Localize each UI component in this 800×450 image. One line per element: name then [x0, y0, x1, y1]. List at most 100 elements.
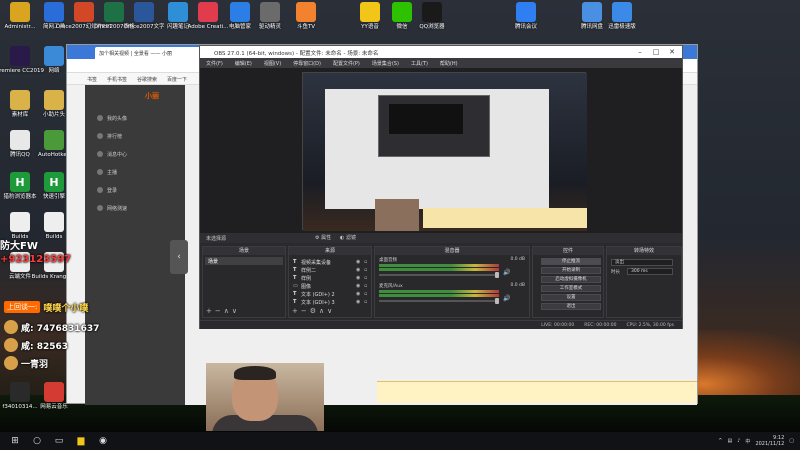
- settings-button[interactable]: 设置: [541, 294, 601, 301]
- speaker-icon[interactable]: 🔊: [503, 269, 510, 276]
- start-recording-button[interactable]: 开始录制: [541, 267, 601, 274]
- scene-item[interactable]: 场景: [205, 257, 283, 265]
- obs-preview[interactable]: [302, 72, 587, 231]
- desktop-icon[interactable]: H 猎豹浏览器本: [2, 172, 38, 210]
- lock-icon[interactable]: ▫: [364, 299, 369, 305]
- source-type-icon: T: [293, 275, 297, 281]
- lock-icon[interactable]: ▫: [364, 291, 369, 297]
- ticker-line: 咸: 82563: [4, 338, 68, 352]
- menu-item[interactable]: 工具(T): [411, 60, 428, 67]
- desktop-icon[interactable]: 迅雷极速版: [604, 2, 640, 40]
- webcam-overlay: [206, 363, 324, 431]
- close-icon[interactable]: ✕: [664, 46, 680, 58]
- desktop-icon[interactable]: 腾讯会议: [508, 2, 544, 40]
- sidebar-item[interactable]: 网络测速: [97, 203, 167, 213]
- desktop-icon[interactable]: QQ浏览器: [414, 2, 450, 40]
- dock-footer-buttons[interactable]: +−∧∨: [206, 307, 240, 315]
- source-item[interactable]: T 视频采集设备 ◉ ▫: [293, 258, 369, 266]
- properties-button[interactable]: ⚙ 属性: [315, 234, 331, 241]
- lock-icon[interactable]: ▫: [364, 259, 369, 265]
- sidebar-item[interactable]: 登录: [97, 185, 167, 195]
- volume-slider[interactable]: [379, 300, 499, 302]
- volume-slider[interactable]: [379, 274, 499, 276]
- desktop-icon[interactable]: Adobe Creati...: [188, 2, 228, 40]
- menu-item[interactable]: 场景集合(S): [372, 60, 399, 67]
- volume-knob[interactable]: [495, 298, 499, 304]
- bookmark-item[interactable]: 手机书签: [107, 76, 127, 83]
- eye-icon[interactable]: ◉: [356, 267, 361, 273]
- eye-icon[interactable]: ◉: [356, 299, 361, 305]
- desktop-icon[interactable]: 驱动精灵: [252, 2, 288, 40]
- search-icon[interactable]: ○: [30, 434, 44, 448]
- desktop-icon[interactable]: 素材库: [2, 90, 38, 128]
- menu-item[interactable]: 视图(V): [264, 60, 281, 67]
- task-view-icon[interactable]: ▭: [52, 434, 66, 448]
- ticker-text: 噗噗个小噗: [43, 303, 89, 314]
- source-name: 样例: [301, 275, 312, 282]
- eye-icon[interactable]: ◉: [356, 259, 361, 265]
- virtual-camera-button[interactable]: 启动虚拟摄像机: [541, 276, 601, 283]
- chevron-left-icon[interactable]: ‹: [170, 240, 188, 274]
- sidebar-item[interactable]: 我的头像: [97, 113, 167, 123]
- obs-taskbar-icon[interactable]: ◉: [96, 434, 110, 448]
- source-item[interactable]: T 样例二 ◉ ▫: [293, 266, 369, 274]
- menu-item[interactable]: 帮助(H): [440, 60, 458, 67]
- bookmark-item[interactable]: 谷歌搜索: [137, 76, 157, 83]
- desktop-icon[interactable]: YY语音: [352, 2, 388, 40]
- desktop-icon[interactable]: Premiere CC2019: [0, 46, 44, 84]
- lock-icon[interactable]: ▫: [364, 267, 369, 273]
- source-item[interactable]: T 样例 ◉ ▫: [293, 274, 369, 282]
- source-name: 图像: [301, 283, 312, 290]
- site-logo[interactable]: 小丽: [145, 91, 177, 103]
- studio-mode-button[interactable]: 工作室模式: [541, 285, 601, 292]
- desktop-icon[interactable]: Administr...: [2, 2, 38, 40]
- file-explorer-icon[interactable]: ▆: [74, 434, 88, 448]
- eye-icon[interactable]: ◉: [356, 283, 361, 289]
- cpu-status: CPU: 2.5%, 30.00 fps: [626, 323, 675, 328]
- clock[interactable]: 9:12 2021/11/12: [755, 435, 784, 448]
- network-icon[interactable]: ▤: [727, 438, 732, 444]
- lock-icon[interactable]: ▫: [364, 283, 369, 289]
- volume-knob[interactable]: [495, 272, 499, 278]
- sidebar-item[interactable]: 消息中心: [97, 149, 167, 159]
- stop-stream-button[interactable]: 停止推流: [541, 258, 601, 265]
- volume-icon[interactable]: ♪: [737, 438, 740, 444]
- bookmark-item[interactable]: 书签: [87, 76, 97, 83]
- chevron-up-icon[interactable]: ^: [718, 438, 722, 444]
- driver-icon: [260, 2, 280, 22]
- dock-header: 来源: [289, 247, 371, 255]
- menu-item[interactable]: 编辑(E): [235, 60, 252, 67]
- lock-icon[interactable]: ▫: [364, 275, 369, 281]
- eye-icon[interactable]: ◉: [356, 291, 361, 297]
- bookmark-item[interactable]: 百度一下: [167, 76, 187, 83]
- dock-header: 转场特效: [607, 247, 681, 255]
- exit-button[interactable]: 退出: [541, 303, 601, 310]
- notification-icon[interactable]: ▢: [789, 438, 794, 444]
- windows-start-icon[interactable]: ⊞: [8, 434, 22, 448]
- duration-input[interactable]: 300 ms: [627, 268, 673, 275]
- minimize-icon[interactable]: –: [632, 46, 648, 58]
- sidebar-item[interactable]: 排行榜: [97, 131, 167, 141]
- meeting-icon: [516, 2, 536, 22]
- speaker-icon[interactable]: 🔊: [503, 295, 510, 302]
- dock-header: 控件: [533, 247, 603, 255]
- desktop-icon[interactable]: 斗鱼TV: [288, 2, 324, 40]
- source-item[interactable]: T 文本 (GDI+) 3 ◉ ▫: [293, 298, 369, 306]
- input-language[interactable]: 中: [745, 438, 750, 445]
- eye-icon[interactable]: ◉: [356, 275, 361, 281]
- filters-button[interactable]: ◐ 滤镜: [340, 234, 356, 241]
- dock-footer-buttons[interactable]: +−⚙∧∨: [292, 307, 335, 315]
- source-item[interactable]: ▭ 图像 ◉ ▫: [293, 282, 369, 290]
- desktop-icon[interactable]: f34010314...: [2, 382, 38, 420]
- desktop-icon[interactable]: Office2007文字: [123, 2, 165, 40]
- folder-icon: [10, 90, 30, 110]
- transition-select[interactable]: 淡出: [611, 259, 673, 266]
- ticker-line: 咸: 7476831637: [4, 320, 99, 334]
- menu-item[interactable]: 文件(F): [206, 60, 223, 67]
- sidebar-item[interactable]: 主播: [97, 167, 167, 177]
- maximize-icon[interactable]: □: [648, 46, 664, 58]
- menu-item[interactable]: 停靠窗口(D): [293, 60, 321, 67]
- source-item[interactable]: T 文本 (GDI+) 2 ◉ ▫: [293, 290, 369, 298]
- desktop-icon[interactable]: 腾讯QQ: [2, 130, 38, 168]
- menu-item[interactable]: 配置文件(P): [333, 60, 360, 67]
